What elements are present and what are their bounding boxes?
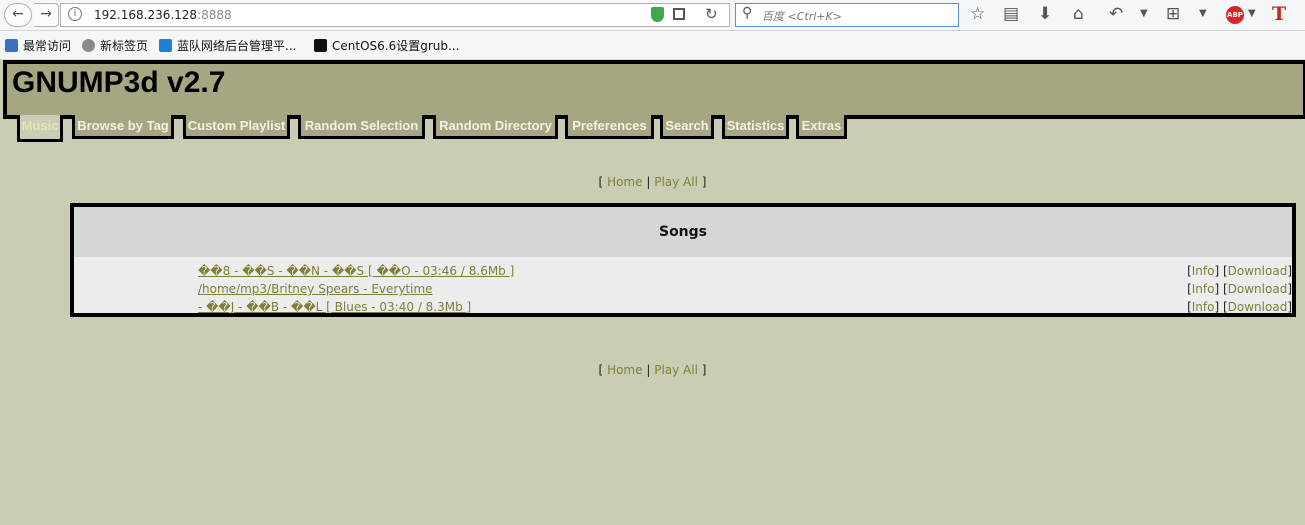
bookmark-label: 最常访问: [23, 39, 72, 53]
bookmark-centos[interactable]: CentOS6.6设置grub...: [314, 37, 459, 54]
song-link[interactable]: /home/mp3/Britney Spears - Everytime: [198, 282, 433, 296]
url-port: :8888: [197, 8, 232, 22]
home-icon[interactable]: ⌂: [1073, 4, 1084, 24]
shield-icon[interactable]: [651, 7, 664, 22]
table-row: - ��J - ��B - ��L [ Blues - 03:40 / 8.3M…: [74, 298, 1292, 316]
song-link[interactable]: ��8 - ��S - ��N - ��S [ ��O - 03:46 / 8.…: [198, 264, 514, 278]
download-link[interactable]: Download: [1228, 282, 1288, 296]
tab-extras[interactable]: Extras: [796, 115, 847, 139]
crop-icon[interactable]: ⊞: [1166, 4, 1180, 24]
page-title: GNUMP3d v2.7: [12, 66, 226, 99]
page-header: GNUMP3d v2.7: [3, 60, 1305, 119]
search-icon: ⚲: [742, 5, 753, 21]
download-link[interactable]: Download: [1228, 300, 1288, 314]
tab-random-directory[interactable]: Random Directory: [433, 115, 558, 139]
bookmark-label: 蓝队网络后台管理平...: [177, 39, 297, 53]
bookmark-label: 新标签页: [100, 39, 149, 53]
site-logo-icon: [159, 39, 172, 52]
table-row: ��8 - ��S - ��N - ��S [ ��O - 03:46 / 8.…: [74, 262, 1292, 280]
info-link[interactable]: Info: [1192, 300, 1215, 314]
search-input[interactable]: ⚲ 百度 <Ctrl+K>: [735, 3, 959, 27]
undo-icon[interactable]: ↶: [1109, 4, 1123, 24]
song-actions: [Info] [Download]: [1187, 282, 1292, 296]
table-row: /home/mp3/Britney Spears - Everytime [In…: [74, 280, 1292, 298]
home-link[interactable]: Home: [607, 363, 642, 377]
k-logo-icon: [314, 39, 327, 52]
forward-icon: →: [40, 6, 52, 22]
star-icon[interactable]: ☆: [970, 4, 985, 24]
bookmark-label: CentOS6.6设置grub...: [332, 39, 460, 53]
globe-icon: [82, 39, 95, 52]
chevron-down-icon[interactable]: ▼: [1140, 4, 1148, 24]
reload-icon[interactable]: ↻: [705, 5, 718, 23]
tab-browse-by-tag[interactable]: Browse by Tag: [72, 115, 174, 139]
bookmark-new-tab[interactable]: 新标签页: [82, 37, 148, 54]
song-actions: [Info] [Download]: [1187, 264, 1292, 278]
info-icon[interactable]: i: [68, 7, 82, 21]
qr-icon[interactable]: [673, 8, 685, 20]
reader-icon[interactable]: ▤: [1003, 4, 1019, 24]
songs-table: Songs ��8 - ��S - ��N - ��S [ ��O - 03:4…: [70, 203, 1296, 317]
tab-random-selection[interactable]: Random Selection: [298, 115, 425, 139]
forward-button[interactable]: →: [34, 3, 59, 27]
song-actions: [Info] [Download]: [1187, 300, 1292, 314]
bookmarks-bar: 最常访问 新标签页 蓝队网络后台管理平... CentOS6.6设置grub..…: [0, 31, 1305, 60]
chevron-down-icon[interactable]: ▼: [1199, 4, 1207, 24]
nav-links-top: [ Home | Play All ]: [598, 175, 707, 189]
address-bar[interactable]: i 192.168.236.128:8888 ↻: [60, 3, 730, 27]
nav-links-bottom: [ Home | Play All ]: [598, 363, 707, 377]
adblock-icon[interactable]: ABP: [1226, 6, 1244, 24]
song-link[interactable]: - ��J - ��B - ��L [ Blues - 03:40 / 8.3M…: [198, 300, 471, 314]
chevron-down-icon[interactable]: ▼: [1248, 4, 1256, 24]
tab-search[interactable]: Search: [660, 115, 714, 139]
url-host: 192.168.236.128: [94, 8, 198, 22]
play-all-link[interactable]: Play All: [654, 175, 698, 189]
back-button[interactable]: ←: [4, 3, 32, 27]
browser-toolbar: ← → i 192.168.236.128:8888 ↻ ⚲ 百度 <Ctrl+…: [0, 0, 1305, 31]
bookmark-folder-icon: [5, 39, 18, 52]
tab-statistics[interactable]: Statistics: [722, 115, 789, 139]
tab-preferences[interactable]: Preferences: [565, 115, 654, 139]
translate-icon[interactable]: T: [1272, 3, 1286, 25]
download-icon[interactable]: ⬇: [1038, 4, 1052, 24]
url-text[interactable]: 192.168.236.128:8888: [94, 8, 232, 22]
tab-music[interactable]: Music: [17, 115, 63, 142]
info-link[interactable]: Info: [1192, 282, 1215, 296]
back-icon: ←: [12, 6, 24, 22]
tab-custom-playlist[interactable]: Custom Playlist: [183, 115, 290, 139]
bookmark-most-visited[interactable]: 最常访问: [5, 37, 71, 54]
bookmark-blueteam[interactable]: 蓝队网络后台管理平...: [159, 37, 296, 54]
home-link[interactable]: Home: [607, 175, 642, 189]
songs-heading: Songs: [74, 207, 1292, 257]
download-link[interactable]: Download: [1228, 264, 1288, 278]
info-link[interactable]: Info: [1192, 264, 1215, 278]
search-placeholder: 百度 <Ctrl+K>: [762, 10, 842, 23]
play-all-link[interactable]: Play All: [654, 363, 698, 377]
